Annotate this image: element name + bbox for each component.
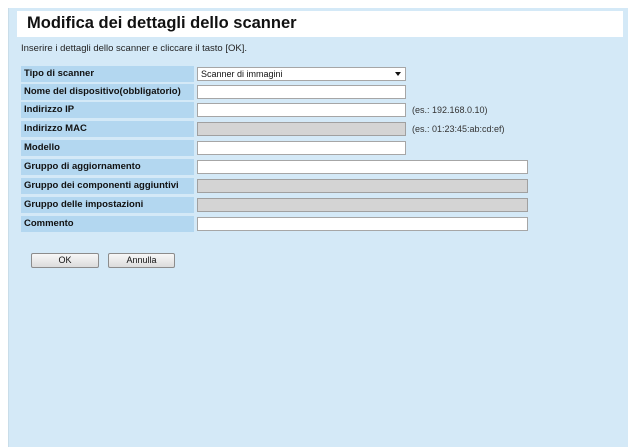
page-title: Modifica dei dettagli dello scanner — [27, 14, 297, 32]
addon-group-input — [197, 179, 528, 193]
form-row-device-name: Nome del dispositivo(obbligatorio) — [21, 84, 528, 100]
addon-group-label: Gruppo dei componenti aggiuntivi — [21, 178, 194, 194]
form-row-mac-address: Indirizzo MAC (es.: 01:23:45:ab:cd:ef) — [21, 121, 528, 137]
comment-label: Commento — [21, 216, 194, 232]
form-row-addon-group: Gruppo dei componenti aggiuntivi — [21, 178, 528, 194]
content-panel: Modifica dei dettagli dello scanner Inse… — [8, 8, 628, 447]
instruction-text: Inserire i dettagli dello scanner e clic… — [21, 43, 247, 54]
model-label: Modello — [21, 140, 194, 156]
cancel-button[interactable]: Annulla — [108, 253, 175, 268]
mac-address-label: Indirizzo MAC — [21, 121, 194, 137]
mac-address-hint: (es.: 01:23:45:ab:cd:ef) — [412, 124, 505, 134]
scanner-type-selected-value: Scanner di immagini — [201, 69, 283, 79]
page: Modifica dei dettagli dello scanner Inse… — [0, 0, 634, 447]
ok-button[interactable]: OK — [31, 253, 99, 268]
scanner-type-select[interactable]: Scanner di immagini — [197, 67, 406, 81]
settings-group-label: Gruppo delle impostazioni — [21, 197, 194, 213]
mac-address-input — [197, 122, 406, 136]
device-name-input[interactable] — [197, 85, 406, 99]
device-name-label: Nome del dispositivo(obbligatorio) — [21, 84, 194, 100]
title-bar: Modifica dei dettagli dello scanner — [17, 11, 623, 37]
ip-address-input[interactable] — [197, 103, 406, 117]
form-row-update-group: Gruppo di aggiornamento — [21, 159, 528, 175]
comment-input[interactable] — [197, 217, 528, 231]
scanner-type-label: Tipo di scanner — [21, 66, 194, 82]
form-row-ip-address: Indirizzo IP (es.: 192.168.0.10) — [21, 102, 528, 118]
model-input[interactable] — [197, 141, 406, 155]
chevron-down-icon — [395, 72, 401, 76]
form-row-scanner-type: Tipo di scanner Scanner di immagini — [21, 66, 528, 82]
ip-address-hint: (es.: 192.168.0.10) — [412, 105, 488, 115]
form-row-comment: Commento — [21, 216, 528, 232]
settings-group-input — [197, 198, 528, 212]
ip-address-label: Indirizzo IP — [21, 102, 194, 118]
form-row-settings-group: Gruppo delle impostazioni — [21, 197, 528, 213]
form-row-model: Modello — [21, 140, 528, 156]
update-group-input[interactable] — [197, 160, 528, 174]
update-group-label: Gruppo di aggiornamento — [21, 159, 194, 175]
